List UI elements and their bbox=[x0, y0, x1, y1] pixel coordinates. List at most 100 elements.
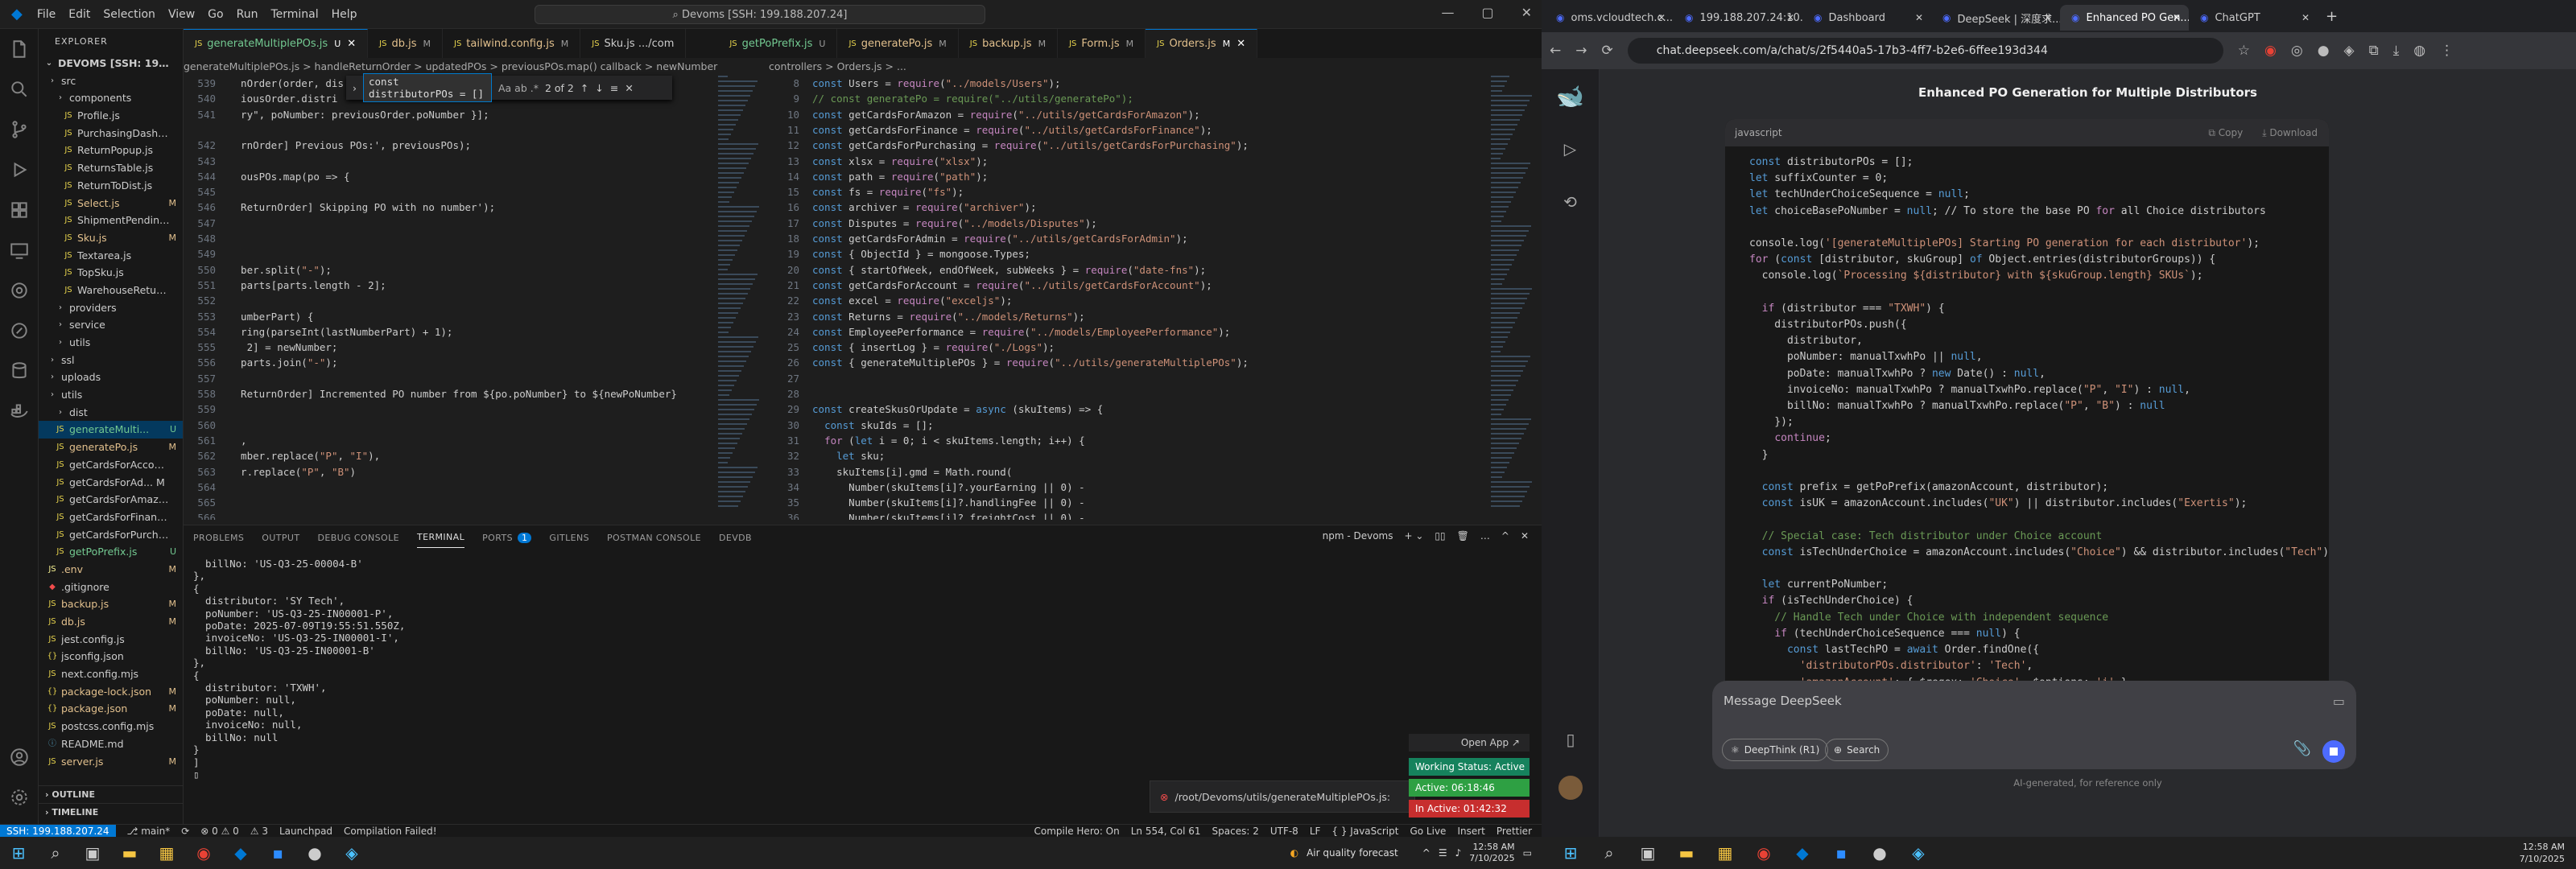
terminal-output[interactable]: billNo: 'US-Q3-25-00004-B'},{ distributo… bbox=[193, 558, 405, 780]
search-button[interactable]: ⊕ Search bbox=[1825, 739, 1889, 761]
tree-item[interactable]: JS getCardsForPurchasi... bbox=[39, 526, 183, 544]
vscode-logo-icon[interactable]: ◆ bbox=[11, 6, 23, 23]
close-icon[interactable]: ✕ bbox=[2173, 12, 2181, 23]
docker-icon[interactable] bbox=[0, 391, 39, 431]
panel-tab-devdb[interactable]: DEVDB bbox=[719, 533, 752, 543]
plus-icon[interactable]: + ⌄ bbox=[1404, 530, 1423, 542]
timeline-section[interactable]: › TIMELINE bbox=[39, 803, 183, 821]
clock[interactable]: 12:58 AM 7/10/2025 bbox=[2520, 841, 2565, 865]
profile-icon[interactable]: ◍ bbox=[2413, 43, 2425, 59]
notification-icon[interactable]: ▭ bbox=[1523, 847, 1532, 859]
branch-indicator[interactable]: ⎇ main* bbox=[127, 826, 171, 837]
trash-icon[interactable]: 🗑 bbox=[1457, 530, 1469, 542]
warnings-indicator[interactable]: ⚠ 3 bbox=[250, 826, 268, 837]
minimize-icon[interactable]: — bbox=[1441, 5, 1454, 20]
remote-indicator[interactable]: SSH: 199.188.207.24 bbox=[0, 824, 116, 838]
weather-text[interactable]: Air quality forecast bbox=[1307, 847, 1398, 859]
panel-tab-problems[interactable]: PROBLEMS bbox=[193, 533, 244, 543]
close-icon[interactable]: ✕ bbox=[1521, 5, 1532, 20]
notification-toast[interactable]: ⊗ /root/Devoms/utils/generateMultiplePOs.… bbox=[1150, 780, 1415, 813]
clock[interactable]: 12:58 AM 7/10/2025 bbox=[1469, 842, 1514, 864]
workspace-root[interactable]: ⌄ DEVOMS [SSH: 199.188.20... bbox=[39, 55, 183, 72]
editor-tab[interactable]: JS getPoPrefix.js U bbox=[718, 29, 838, 58]
editor-tab[interactable]: JS generatePo.js M bbox=[837, 29, 959, 58]
menu-view[interactable]: View bbox=[168, 8, 195, 21]
find-input[interactable]: const distributorPOs = [] bbox=[363, 73, 492, 102]
insert-mode[interactable]: Insert bbox=[1457, 826, 1484, 837]
panel-tab-output[interactable]: OUTPUT bbox=[262, 533, 299, 543]
gitlens-icon[interactable] bbox=[0, 270, 39, 311]
search-icon[interactable]: ⌕ bbox=[1590, 837, 1629, 869]
forward-icon[interactable]: → bbox=[1575, 43, 1587, 59]
tree-item[interactable]: JS jest.config.js bbox=[39, 631, 183, 649]
source-control-icon[interactable] bbox=[0, 109, 39, 150]
windows-start-icon[interactable]: ⊞ bbox=[0, 837, 37, 869]
panel-tab-gitlens[interactable]: GITLENS bbox=[549, 533, 589, 543]
app-icon[interactable]: ▪ bbox=[1822, 837, 1860, 869]
tree-item[interactable]: › service bbox=[39, 316, 183, 334]
encoding[interactable]: UTF-8 bbox=[1270, 826, 1298, 837]
outline-section[interactable]: › OUTLINE bbox=[39, 785, 183, 803]
browser-tab[interactable]: ◉ oms.vcloudtech.c... ✕ bbox=[1545, 5, 1674, 31]
extension-icon[interactable]: ● bbox=[2318, 43, 2330, 59]
attach-icon[interactable]: 📎 bbox=[2293, 740, 2311, 757]
tree-item[interactable]: JS ReturnPopup.js bbox=[39, 142, 183, 159]
editor-tab[interactable]: JS backup.js M bbox=[959, 29, 1059, 58]
deepseek-logo-icon[interactable]: 🐋 bbox=[1542, 69, 1599, 122]
file-explorer-icon[interactable]: ▬ bbox=[111, 837, 148, 869]
tree-item[interactable]: JS ReturnsTable.js bbox=[39, 159, 183, 177]
terminal-name[interactable]: npm - Devoms bbox=[1323, 530, 1393, 542]
store-icon[interactable]: ▦ bbox=[1706, 837, 1744, 869]
minimap-right[interactable] bbox=[1488, 76, 1536, 520]
panel-tab-terminal[interactable]: TERMINAL bbox=[417, 527, 465, 548]
tree-item[interactable]: › utils bbox=[39, 334, 183, 352]
deepthink-button[interactable]: ⚛ DeepThink (R1) bbox=[1722, 739, 1829, 761]
close-icon[interactable]: ✕ bbox=[1236, 38, 1245, 50]
search-icon[interactable] bbox=[0, 69, 39, 109]
editor-right[interactable]: 8 const Users = require("../models/Users"… bbox=[769, 76, 1542, 520]
panel-tab-debug-console[interactable]: DEBUG CONSOLE bbox=[317, 533, 399, 543]
cursor-position[interactable]: Ln 554, Col 61 bbox=[1131, 826, 1201, 837]
browser-tab[interactable]: ◉ 199.188.207.24:10... ✕ bbox=[1674, 5, 1802, 31]
chrome-icon[interactable]: ◉ bbox=[1744, 837, 1783, 869]
tree-item[interactable]: ◆ .gitignore bbox=[39, 579, 183, 596]
extensions-icon[interactable] bbox=[0, 190, 39, 230]
ellipsis-icon[interactable]: … bbox=[1480, 530, 1490, 542]
open-app-button[interactable]: Open App ↗ bbox=[1409, 734, 1530, 752]
back-icon[interactable]: ← bbox=[1550, 43, 1561, 59]
tree-item[interactable]: JS getPoPrefix.js U bbox=[39, 543, 183, 561]
editor-tab[interactable]: JS generateMultiplePOs.js U ✕ bbox=[184, 29, 369, 58]
tree-item[interactable]: › src bbox=[39, 72, 183, 90]
stop-button[interactable] bbox=[2322, 740, 2345, 763]
close-icon[interactable]: ✕ bbox=[2044, 12, 2052, 23]
copy-button[interactable]: ⧉ Copy bbox=[2208, 127, 2243, 139]
avatar[interactable] bbox=[1542, 761, 1600, 814]
vscode-taskbar-icon[interactable]: ◆ bbox=[1783, 837, 1822, 869]
breadcrumb-right[interactable]: controllers > Orders.js > ... bbox=[769, 58, 1542, 76]
run-debug-icon[interactable] bbox=[0, 150, 39, 190]
editor-tab[interactable]: JS Orders.js M ✕ bbox=[1146, 29, 1258, 58]
language-mode[interactable]: { } JavaScript bbox=[1331, 826, 1398, 837]
extension-icon[interactable]: ◉ bbox=[2264, 43, 2277, 59]
close-icon[interactable]: ✕ bbox=[1786, 12, 1794, 23]
close-icon[interactable]: ✕ bbox=[1915, 12, 1923, 23]
tree-item[interactable]: › ssl bbox=[39, 352, 183, 369]
tree-item[interactable]: › providers bbox=[39, 299, 183, 317]
launchpad-button[interactable]: Launchpad bbox=[279, 826, 332, 837]
toggle-sidebar-icon[interactable]: ▷ bbox=[1542, 122, 1599, 175]
vscode-taskbar-icon[interactable]: ◆ bbox=[222, 837, 259, 869]
tree-item[interactable]: JS postcss.config.mjs bbox=[39, 718, 183, 735]
minimap-left[interactable] bbox=[715, 76, 763, 520]
tree-item[interactable]: {} jsconfig.json bbox=[39, 648, 183, 665]
maximize-icon[interactable]: ▢ bbox=[1481, 5, 1493, 20]
account-icon[interactable] bbox=[0, 737, 39, 777]
tree-item[interactable]: JS .env M bbox=[39, 561, 183, 579]
line-ending[interactable]: LF bbox=[1310, 826, 1321, 837]
find-options[interactable]: Aa ab .* bbox=[498, 82, 539, 94]
tree-item[interactable]: JS ReturnToDist.js bbox=[39, 177, 183, 195]
menu-selection[interactable]: Selection bbox=[103, 8, 155, 21]
extension-icon[interactable]: ◎ bbox=[2291, 43, 2303, 59]
tree-item[interactable]: JS Textarea.js bbox=[39, 247, 183, 265]
tree-item[interactable]: JS db.js M bbox=[39, 613, 183, 631]
store-icon[interactable]: ▦ bbox=[148, 837, 185, 869]
